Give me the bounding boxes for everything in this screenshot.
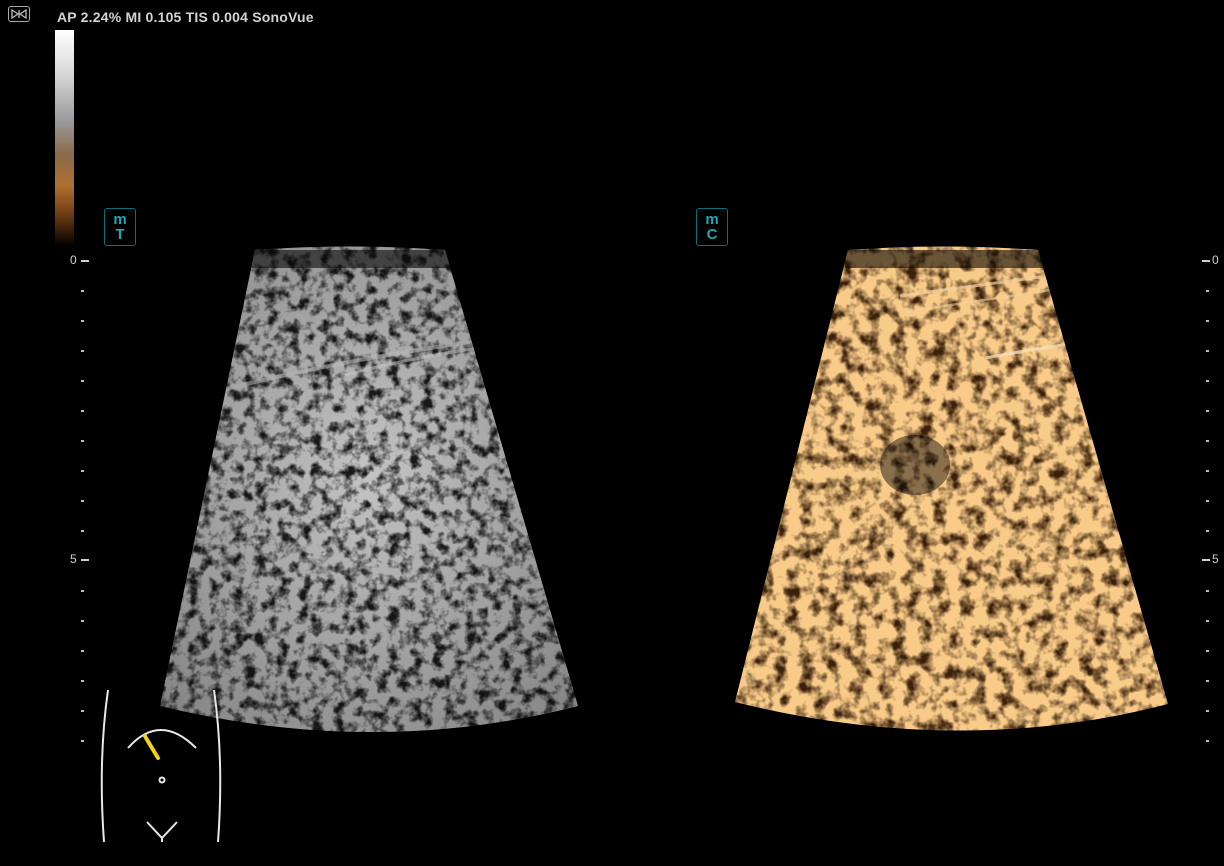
probe-position-marker	[144, 736, 160, 760]
b-mode-image	[160, 246, 578, 732]
ultrasound-images	[100, 246, 1168, 843]
contrast-image	[735, 246, 1168, 731]
probe-orientation-dot	[143, 734, 147, 738]
